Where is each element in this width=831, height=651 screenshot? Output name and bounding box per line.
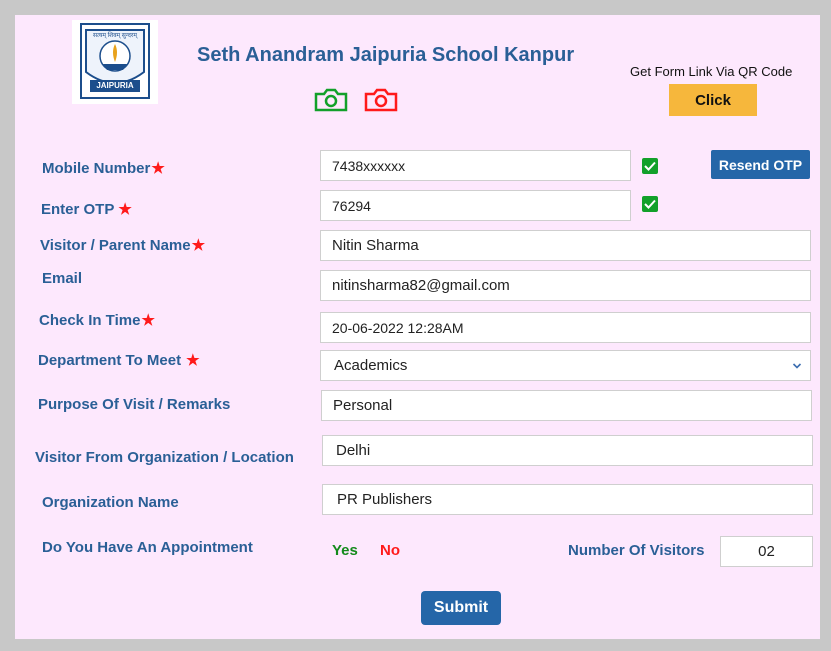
- check-in-label: Check In Time★: [39, 312, 155, 329]
- department-selected: Academics: [334, 357, 408, 374]
- mobile-verified-check-icon: [642, 158, 658, 174]
- purpose-input[interactable]: Personal: [321, 390, 812, 421]
- required-star: ★: [141, 312, 155, 329]
- visitors-input[interactable]: 02: [720, 536, 813, 567]
- department-label: Department To Meet ★: [38, 352, 200, 369]
- appointment-label: Do You Have An Appointment: [42, 539, 253, 556]
- appointment-yes-option[interactable]: Yes: [332, 542, 358, 559]
- logo-wordmark: JAIPURIA: [96, 81, 134, 90]
- otp-verified-check-icon: [642, 196, 658, 212]
- resend-otp-button[interactable]: Resend OTP: [711, 150, 810, 179]
- visitors-label: Number Of Visitors: [568, 542, 705, 559]
- check-in-input[interactable]: 20-06-2022 12:28AM: [320, 312, 811, 343]
- purpose-label: Purpose Of Visit / Remarks: [38, 396, 231, 413]
- required-star: ★: [118, 201, 132, 218]
- from-org-input[interactable]: Delhi: [322, 435, 813, 466]
- camera-icon-red[interactable]: [364, 88, 398, 112]
- email-label: Email: [42, 270, 83, 287]
- required-star: ★: [186, 352, 200, 369]
- from-org-label: Visitor From Organization / Location: [35, 449, 294, 466]
- otp-input[interactable]: 76294: [320, 190, 631, 221]
- logo-motto: सत्यम् शिवम् सुन्दरम्: [93, 33, 137, 39]
- otp-label: Enter OTP ★: [41, 201, 132, 218]
- visitor-name-label: Visitor / Parent Name★: [40, 237, 206, 254]
- department-select[interactable]: Academics: [320, 350, 811, 381]
- school-logo: सत्यम् शिवम् सुन्दरम् JAIPURIA: [72, 20, 158, 104]
- org-name-input[interactable]: PR Publishers: [322, 484, 813, 515]
- required-star: ★: [191, 237, 206, 254]
- required-star: ★: [151, 160, 165, 177]
- mobile-label: Mobile Number★: [42, 160, 165, 177]
- camera-icon-green[interactable]: [314, 88, 348, 112]
- email-input[interactable]: nitinsharma82@gmail.com: [320, 270, 811, 301]
- qr-label: Get Form Link Via QR Code: [630, 64, 793, 79]
- chevron-down-icon: [792, 359, 802, 376]
- qr-click-button[interactable]: Click: [669, 84, 757, 116]
- visitor-name-input[interactable]: Nitin Sharma: [320, 230, 811, 261]
- appointment-no-option[interactable]: No: [380, 542, 400, 559]
- submit-button[interactable]: Submit: [421, 591, 501, 625]
- page-title: Seth Anandram Jaipuria School Kanpur: [197, 44, 575, 66]
- org-name-label: Organization Name: [42, 494, 179, 511]
- mobile-input[interactable]: 7438xxxxxx: [320, 150, 631, 181]
